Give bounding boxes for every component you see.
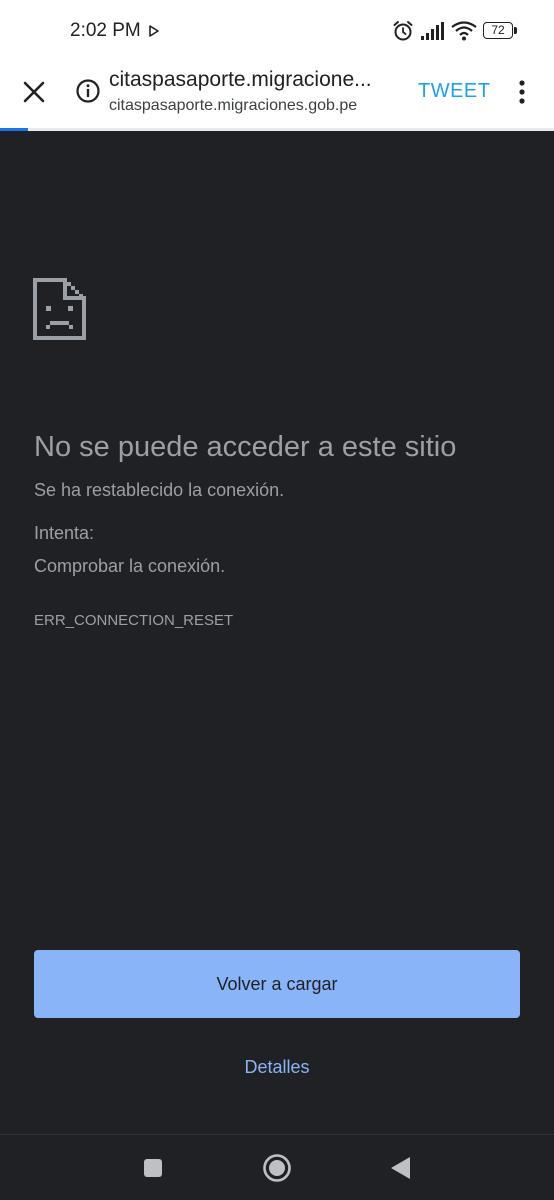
error-description: Se ha restablecido la conexión. bbox=[34, 480, 285, 500]
alarm-icon bbox=[393, 21, 413, 41]
browser-window: 2:02 PM 72 citaspasaporte.migracione... … bbox=[0, 0, 554, 1200]
suggestion-check-connection: Comprobar la conexión. bbox=[34, 556, 226, 576]
sad-file-icon bbox=[33, 278, 86, 340]
status-bar: 2:02 PM 72 bbox=[0, 0, 554, 60]
battery-icon: 72 bbox=[483, 22, 513, 39]
tweet-button[interactable]: TWEET bbox=[418, 80, 491, 103]
play-icon bbox=[149, 25, 159, 37]
close-icon bbox=[23, 81, 45, 103]
details-button[interactable]: Detalles bbox=[0, 1057, 554, 1078]
error-code: ERR_CONNECTION_RESET bbox=[34, 612, 234, 629]
status-time: 2:02 PM bbox=[70, 20, 141, 41]
wifi-icon bbox=[451, 21, 477, 41]
signal-icon bbox=[421, 22, 444, 40]
battery-tip bbox=[514, 27, 517, 34]
more-vert-icon bbox=[519, 80, 525, 104]
load-progress-bar bbox=[0, 128, 554, 131]
home-icon[interactable] bbox=[262, 1153, 292, 1183]
custom-tab-toolbar: citaspasaporte.migracione... citaspasapo… bbox=[0, 60, 554, 130]
info-icon[interactable] bbox=[75, 78, 101, 104]
recents-icon[interactable] bbox=[143, 1158, 163, 1178]
more-options-button[interactable] bbox=[508, 74, 536, 110]
try-label: Intenta: bbox=[34, 523, 95, 543]
system-nav-bar bbox=[0, 1134, 554, 1200]
error-title: No se puede acceder a este sitio bbox=[34, 431, 457, 464]
url-title: citaspasaporte.migracione... bbox=[109, 68, 372, 91]
reload-button[interactable]: Volver a cargar bbox=[34, 950, 520, 1018]
close-button[interactable] bbox=[14, 72, 54, 112]
url-domain: citaspasaporte.migraciones.gob.pe bbox=[109, 97, 358, 114]
back-icon[interactable] bbox=[388, 1155, 412, 1181]
load-progress-fill bbox=[0, 128, 28, 131]
